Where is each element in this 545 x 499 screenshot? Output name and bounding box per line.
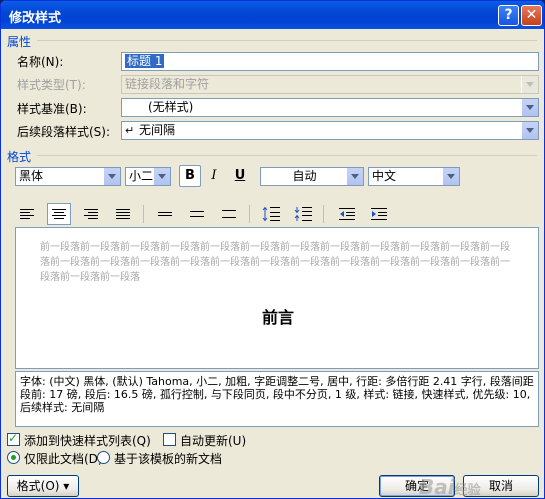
format-menu-button[interactable]: 格式(O) ▾ <box>7 475 79 497</box>
chevron-down-icon[interactable] <box>346 168 363 185</box>
justify-icon <box>116 209 130 219</box>
next-style-dropdown[interactable]: ↵ 无间隔 <box>121 121 539 140</box>
single-spacing-icon <box>158 212 172 216</box>
increase-spacing-before-button[interactable] <box>259 203 283 225</box>
chevron-down-icon[interactable] <box>521 122 538 139</box>
increase-indent-button[interactable] <box>367 203 391 225</box>
justify-button[interactable] <box>111 203 135 225</box>
style-type-label: 样式类型(T): <box>17 78 86 92</box>
toolbar-separator <box>249 205 250 223</box>
auto-update-label[interactable]: 自动更新(U) <box>180 432 246 449</box>
chevron-down-icon[interactable] <box>153 168 170 185</box>
script-value: 中文 <box>372 169 397 183</box>
underline-button[interactable]: U <box>229 165 251 187</box>
format-divider <box>37 155 537 156</box>
toolbar-separator <box>323 205 324 223</box>
new-docs-template-radio[interactable] <box>97 451 110 464</box>
format-section-title: 格式 <box>7 150 32 164</box>
font-size-dropdown[interactable]: 小二 <box>125 167 171 186</box>
font-color-dropdown[interactable]: 自动 <box>260 167 364 186</box>
preview-heading: 前言 <box>261 308 294 327</box>
name-input-value: 标题 1 <box>125 54 165 68</box>
double-spacing-icon <box>222 210 236 218</box>
one-half-spacing-button[interactable] <box>185 203 209 225</box>
spacing-before-icon <box>262 206 280 222</box>
font-value: 黑体 <box>19 169 44 183</box>
name-input[interactable]: 标题 1 <box>121 52 539 71</box>
increase-indent-icon <box>371 208 387 220</box>
align-left-icon <box>20 209 34 219</box>
font-color-value: 自动 <box>292 169 317 183</box>
name-label: 名称(N): <box>17 55 64 69</box>
chevron-down-icon <box>521 76 538 93</box>
double-spacing-button[interactable] <box>217 203 241 225</box>
dialog-body: 属性 名称(N): 标题 1 样式类型(T): 链接段落和字符 样式基准(B):… <box>1 29 544 499</box>
decrease-indent-icon <box>339 208 355 220</box>
watermark-suffix: 经验 <box>454 483 481 498</box>
paragraph-return-icon: ↵ <box>125 124 135 137</box>
script-dropdown[interactable]: 中文 <box>368 167 460 186</box>
one-half-spacing-icon <box>190 211 204 217</box>
align-center-button[interactable] <box>47 203 71 225</box>
style-preview: 前一段落前一段落前一段落前一段落前一段落前一段落前一段落前一段落前一段落前一段落… <box>15 227 539 369</box>
next-style-label: 后续段落样式(S): <box>17 125 111 139</box>
add-to-quick-styles-label[interactable]: 添加到快速样式列表(Q) <box>24 432 151 449</box>
new-docs-template-label[interactable]: 基于该模板的新文档 <box>114 450 222 467</box>
watermark-text: Bai <box>419 475 455 499</box>
title-bar[interactable]: 修改样式 ? ✕ <box>1 1 544 29</box>
next-style-value: 无间隔 <box>139 123 176 137</box>
bold-button[interactable]: B <box>179 165 201 187</box>
based-on-dropdown[interactable]: (无样式) <box>121 98 539 117</box>
only-this-document-radio[interactable] <box>7 451 20 464</box>
preview-previous-paragraph: 前一段落前一段落前一段落前一段落前一段落前一段落前一段落前一段落前一段落前一段落… <box>40 242 510 283</box>
align-center-icon <box>52 209 66 219</box>
style-description: 字体: (中文) 黑体, (默认) Tahoma, 小二, 加粗, 字距调整二号… <box>15 371 539 427</box>
toolbar-separator <box>143 205 144 223</box>
single-spacing-button[interactable] <box>153 203 177 225</box>
based-on-value: (无样式) <box>148 100 194 114</box>
auto-update-checkbox[interactable] <box>163 433 176 446</box>
properties-divider <box>37 40 537 41</box>
watermark: Bai经验 <box>419 475 481 499</box>
spacing-after-icon <box>294 207 312 221</box>
add-to-quick-styles-checkbox[interactable] <box>7 431 20 446</box>
font-size-value: 小二 <box>129 169 154 183</box>
close-button[interactable]: ✕ <box>521 5 542 26</box>
help-button[interactable]: ? <box>498 5 519 26</box>
align-right-icon <box>84 209 98 219</box>
only-this-document-label[interactable]: 仅限此文档(D) <box>24 450 103 467</box>
italic-button[interactable]: I <box>203 165 225 187</box>
based-on-label: 样式基准(B): <box>17 102 87 116</box>
modify-style-dialog: 修改样式 ? ✕ 属性 名称(N): 标题 1 样式类型(T): 链接段落和字符… <box>0 0 545 499</box>
font-dropdown[interactable]: 黑体 <box>15 167 121 186</box>
style-type-dropdown: 链接段落和字符 <box>121 75 539 94</box>
dialog-title: 修改样式 <box>9 11 62 26</box>
decrease-spacing-before-button[interactable] <box>291 203 315 225</box>
align-right-button[interactable] <box>79 203 103 225</box>
chevron-down-icon[interactable] <box>442 168 459 185</box>
properties-section-title: 属性 <box>7 35 32 49</box>
chevron-down-icon[interactable] <box>103 168 120 185</box>
decrease-indent-button[interactable] <box>335 203 359 225</box>
style-type-value: 链接段落和字符 <box>125 77 210 91</box>
align-left-button[interactable] <box>15 203 39 225</box>
chevron-down-icon[interactable] <box>521 99 538 116</box>
